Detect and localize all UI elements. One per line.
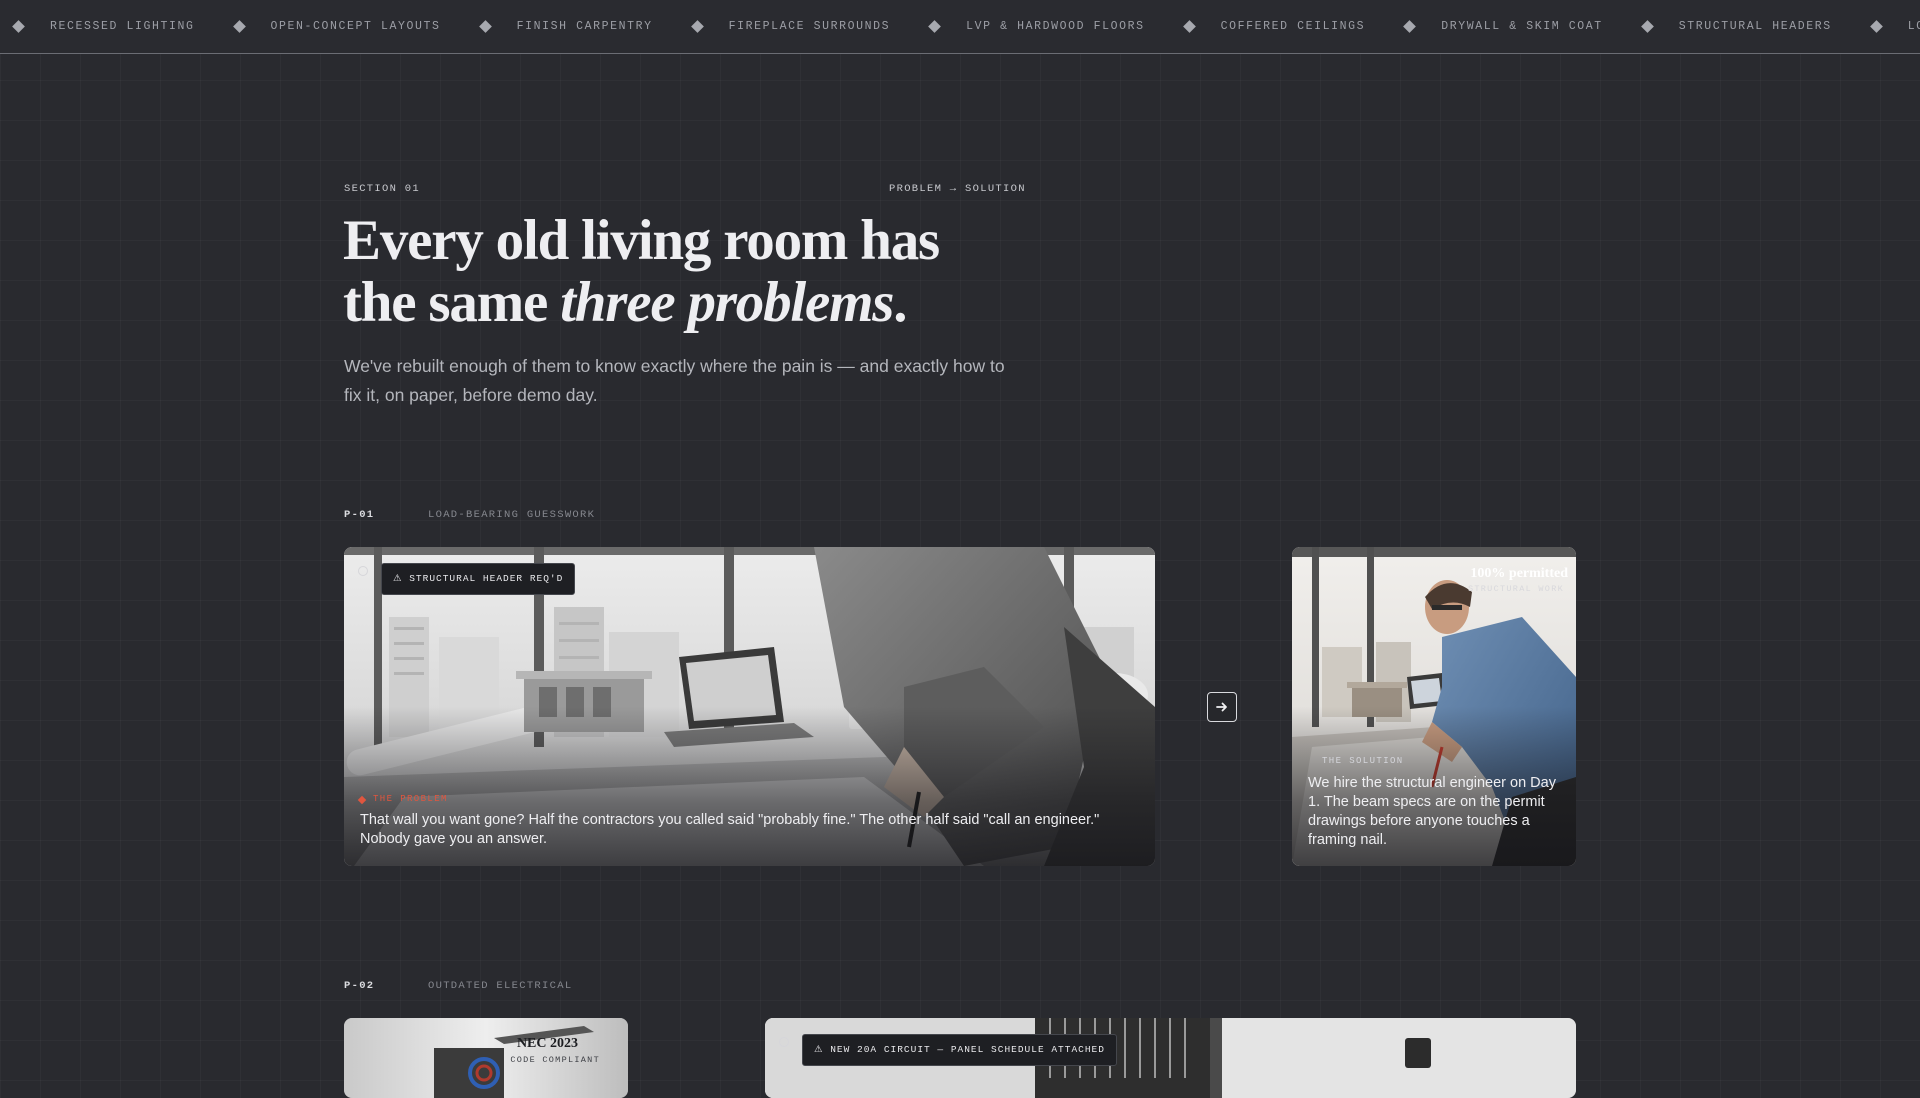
ticker-track: RECESSED LIGHTING OPEN-CONCEPT LAYOUTS F… (12, 0, 1920, 53)
problem-card[interactable]: ⚠ NEW 20A CIRCUIT — PANEL SCHEDULE ATTAC… (765, 1018, 1576, 1098)
section-subhead: We've rebuilt enough of them to know exa… (344, 356, 1005, 405)
ticker-item: FIREPLACE SURROUNDS (690, 20, 891, 33)
ticker-label: DRYWALL & SKIM COAT (1441, 20, 1603, 33)
ticker-label: LOAD-BEARING WALL (1907, 20, 1920, 33)
diamond-icon (928, 20, 941, 33)
headline-line-2-start: the same (343, 271, 561, 334)
ticker-item: LOAD-BEARING WALL (1869, 20, 1920, 33)
card-badge: ⚠ STRUCTURAL HEADER REQ'D (381, 563, 576, 595)
diamond-icon (1182, 20, 1196, 33)
section-headline: Every old living room has the same three… (343, 210, 1103, 334)
ticker-label: FINISH CARPENTRY (516, 20, 653, 33)
diamond-icon (232, 20, 246, 33)
ring-icon (358, 566, 368, 576)
headline-line-1: Every old living room has (343, 209, 940, 272)
solution-card[interactable]: 100% permitted STRUCTURAL WORK THE SOLUT… (1292, 547, 1576, 866)
card-badge: ⚠ NEW 20A CIRCUIT — PANEL SCHEDULE ATTAC… (802, 1034, 1117, 1066)
problem-title: OUTDATED ELECTRICAL (428, 980, 573, 992)
headline-end: . (893, 271, 907, 334)
ticker-label: RECESSED LIGHTING (50, 20, 195, 33)
problem-code: P-02 (344, 980, 375, 992)
ticker-item: LVP & HARDWOOD FLOORS (928, 20, 1145, 33)
stat-label: STRUCTURAL WORK (1467, 584, 1564, 594)
diamond-icon (12, 20, 25, 33)
diamond-icon (478, 20, 492, 33)
problem-code: P-01 (344, 509, 375, 521)
ticker-item: STRUCTURAL HEADERS (1640, 20, 1832, 33)
solution-card[interactable]: NEC 2023 CODE COMPLIANT (344, 1018, 628, 1098)
headline-emphasis: three problems (560, 271, 894, 334)
card-kicker: THE SOLUTION (1322, 756, 1404, 766)
marquee-ticker: RECESSED LIGHTING OPEN-CONCEPT LAYOUTS F… (0, 0, 1920, 54)
card-text: That wall you want gone? Half the contra… (360, 812, 1100, 847)
ticker-item: FINISH CARPENTRY (478, 20, 653, 33)
ticker-label: LVP & HARDWOOD FLOORS (966, 20, 1145, 33)
ring-icon (779, 1037, 789, 1047)
diamond-icon (1869, 20, 1883, 33)
section-label: SECTION 01 (344, 183, 421, 195)
problem-title: LOAD-BEARING GUESSWORK (428, 509, 596, 521)
diamond-icon (1403, 20, 1417, 33)
card-kicker: THE PROBLEM (373, 794, 448, 804)
section-tag: PROBLEM → SOLUTION (889, 183, 1026, 195)
stat-label: CODE COMPLIANT (510, 1055, 600, 1065)
diamond-icon (1640, 20, 1654, 33)
ticker-label: COFFERED CEILINGS (1220, 20, 1366, 33)
card-text: We hire the structural engineer on Day 1… (1308, 775, 1556, 848)
diamond-icon (690, 20, 704, 33)
ticker-item: OPEN-CONCEPT LAYOUTS (232, 20, 441, 33)
ticker-item: DRYWALL & SKIM COAT (1403, 20, 1603, 33)
problem-card[interactable]: ⚠ STRUCTURAL HEADER REQ'D THE PROBLEM Th… (344, 547, 1155, 866)
ticker-item: RECESSED LIGHTING (12, 20, 195, 33)
ticker-item: COFFERED CEILINGS (1182, 20, 1366, 33)
stat-value: NEC 2023 (516, 1036, 578, 1051)
ticker-label: OPEN-CONCEPT LAYOUTS (270, 20, 441, 33)
ticker-label: FIREPLACE SURROUNDS (728, 20, 891, 33)
stat-value: 100% permitted (1470, 566, 1568, 581)
next-arrow-button[interactable] (1207, 692, 1237, 722)
arrow-right-icon (1216, 702, 1227, 712)
ticker-label: STRUCTURAL HEADERS (1678, 20, 1832, 33)
